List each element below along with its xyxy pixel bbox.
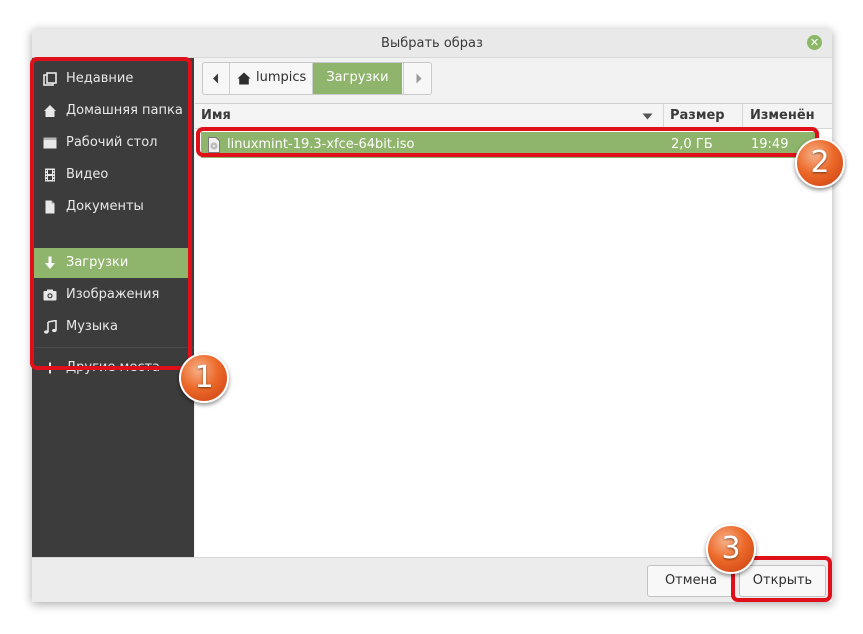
sidebar-item-label: Загрузки [66, 255, 129, 270]
column-name-header[interactable]: Имя [201, 108, 231, 123]
sidebar-item-label: Рабочий стол [66, 135, 158, 150]
sidebar-item-downloads[interactable]: Загрузки [32, 248, 190, 278]
sidebar-item-label: Домашняя папка [66, 103, 183, 118]
dialog-title: Выбрать образ [381, 36, 483, 51]
sidebar-item-recent[interactable]: Недавние [32, 64, 190, 94]
home-icon [44, 105, 56, 117]
sidebar-item-label: Документы [66, 199, 144, 214]
chevron-right-icon [416, 73, 422, 84]
document-icon [45, 200, 55, 214]
sidebar-item-other-locations[interactable]: Другие места [32, 353, 190, 383]
desktop-icon [43, 137, 57, 149]
column-header: Имя Размер Изменён [195, 104, 832, 129]
camera-icon [43, 289, 57, 301]
open-button[interactable]: Открыть [739, 565, 826, 597]
file-size: 2,0 ГБ [671, 137, 713, 152]
sidebar-item-desktop[interactable]: Рабочий стол [32, 128, 190, 158]
file-name: linuxmint-19.3-xfce-64bit.iso [227, 137, 415, 152]
film-icon [45, 168, 55, 182]
step-badge-3: 3 [706, 524, 756, 574]
sidebar-item-label: Недавние [66, 71, 134, 86]
close-button[interactable]: ✕ [807, 35, 822, 50]
places-sidebar: Недавние Домашняя папка Рабочий стол Вид… [32, 58, 194, 586]
sidebar-separator [32, 347, 194, 348]
sidebar-item-label: Другие места [66, 360, 161, 375]
step-badge-1: 1 [179, 353, 229, 403]
path-bar: lumpics Загрузки [202, 62, 432, 95]
path-segment-label: lumpics [256, 70, 307, 85]
sidebar-item-music[interactable]: Музыка [32, 312, 190, 342]
sidebar-item-label: Изображения [66, 287, 160, 302]
plus-icon [44, 362, 56, 374]
path-segment-downloads[interactable]: Загрузки [313, 63, 402, 94]
column-separator [742, 104, 743, 128]
home-icon [237, 72, 251, 85]
column-modified-header[interactable]: Изменён [750, 108, 815, 123]
close-icon: ✕ [809, 36, 820, 49]
chevron-left-icon [213, 73, 218, 84]
sidebar-item-label: Видео [66, 167, 109, 182]
sidebar-item-documents[interactable]: Документы [32, 192, 190, 222]
file-chooser-dialog: Выбрать образ ✕ Недавние Домашняя папка … [32, 29, 832, 602]
sidebar-item-label: Музыка [66, 319, 118, 334]
sidebar-item-videos[interactable]: Видео [32, 160, 190, 190]
path-segment-home[interactable]: lumpics [230, 63, 313, 94]
sort-down-icon [642, 113, 653, 120]
column-separator [663, 104, 664, 128]
file-list: Имя Размер Изменён linuxmint-19.3-xfce-6… [195, 103, 832, 588]
column-size-header[interactable]: Размер [670, 108, 725, 123]
sidebar-item-home[interactable]: Домашняя папка [32, 96, 190, 126]
music-note-icon [44, 320, 57, 334]
file-modified: 19:49 [751, 137, 789, 152]
path-forward-button[interactable] [403, 63, 432, 94]
disc-image-icon [208, 137, 220, 153]
sidebar-item-pictures[interactable]: Изображения [32, 280, 190, 310]
download-icon [45, 256, 55, 269]
recent-icon [43, 72, 57, 86]
step-badge-2: 2 [795, 138, 845, 188]
path-segment-label: Загрузки [326, 70, 389, 85]
path-back-button[interactable] [203, 63, 230, 94]
titlebar: Выбрать образ ✕ [32, 29, 832, 58]
file-row[interactable]: linuxmint-19.3-xfce-64bit.iso 2,0 ГБ 19:… [201, 132, 819, 158]
